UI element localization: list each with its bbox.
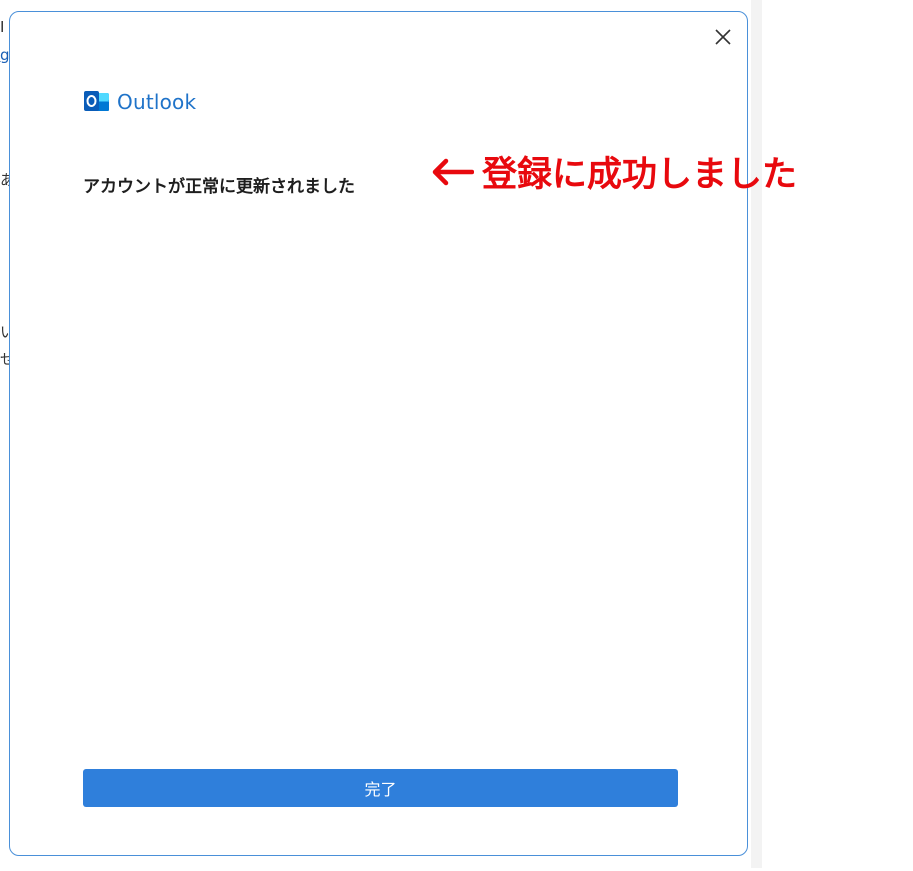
close-icon <box>715 29 731 45</box>
background-strip <box>751 0 762 868</box>
annotation-text: 登録に成功しました <box>482 155 798 195</box>
brand-header: Outlook <box>83 90 196 114</box>
app-name: Outlook <box>117 90 197 114</box>
close-button[interactable] <box>708 22 738 52</box>
screen: I g あ い せ Outlook アカウントが正常に更新されました 完了 登録… <box>0 0 913 871</box>
done-button[interactable]: 完了 <box>83 769 678 807</box>
account-setup-dialog: Outlook アカウントが正常に更新されました 完了 <box>9 11 748 856</box>
success-message: アカウントが正常に更新されました <box>83 177 355 197</box>
outlook-logo-icon <box>84 91 109 111</box>
annotation-callout: 登録に成功しました <box>430 146 797 197</box>
left-arrow-icon <box>432 158 474 185</box>
